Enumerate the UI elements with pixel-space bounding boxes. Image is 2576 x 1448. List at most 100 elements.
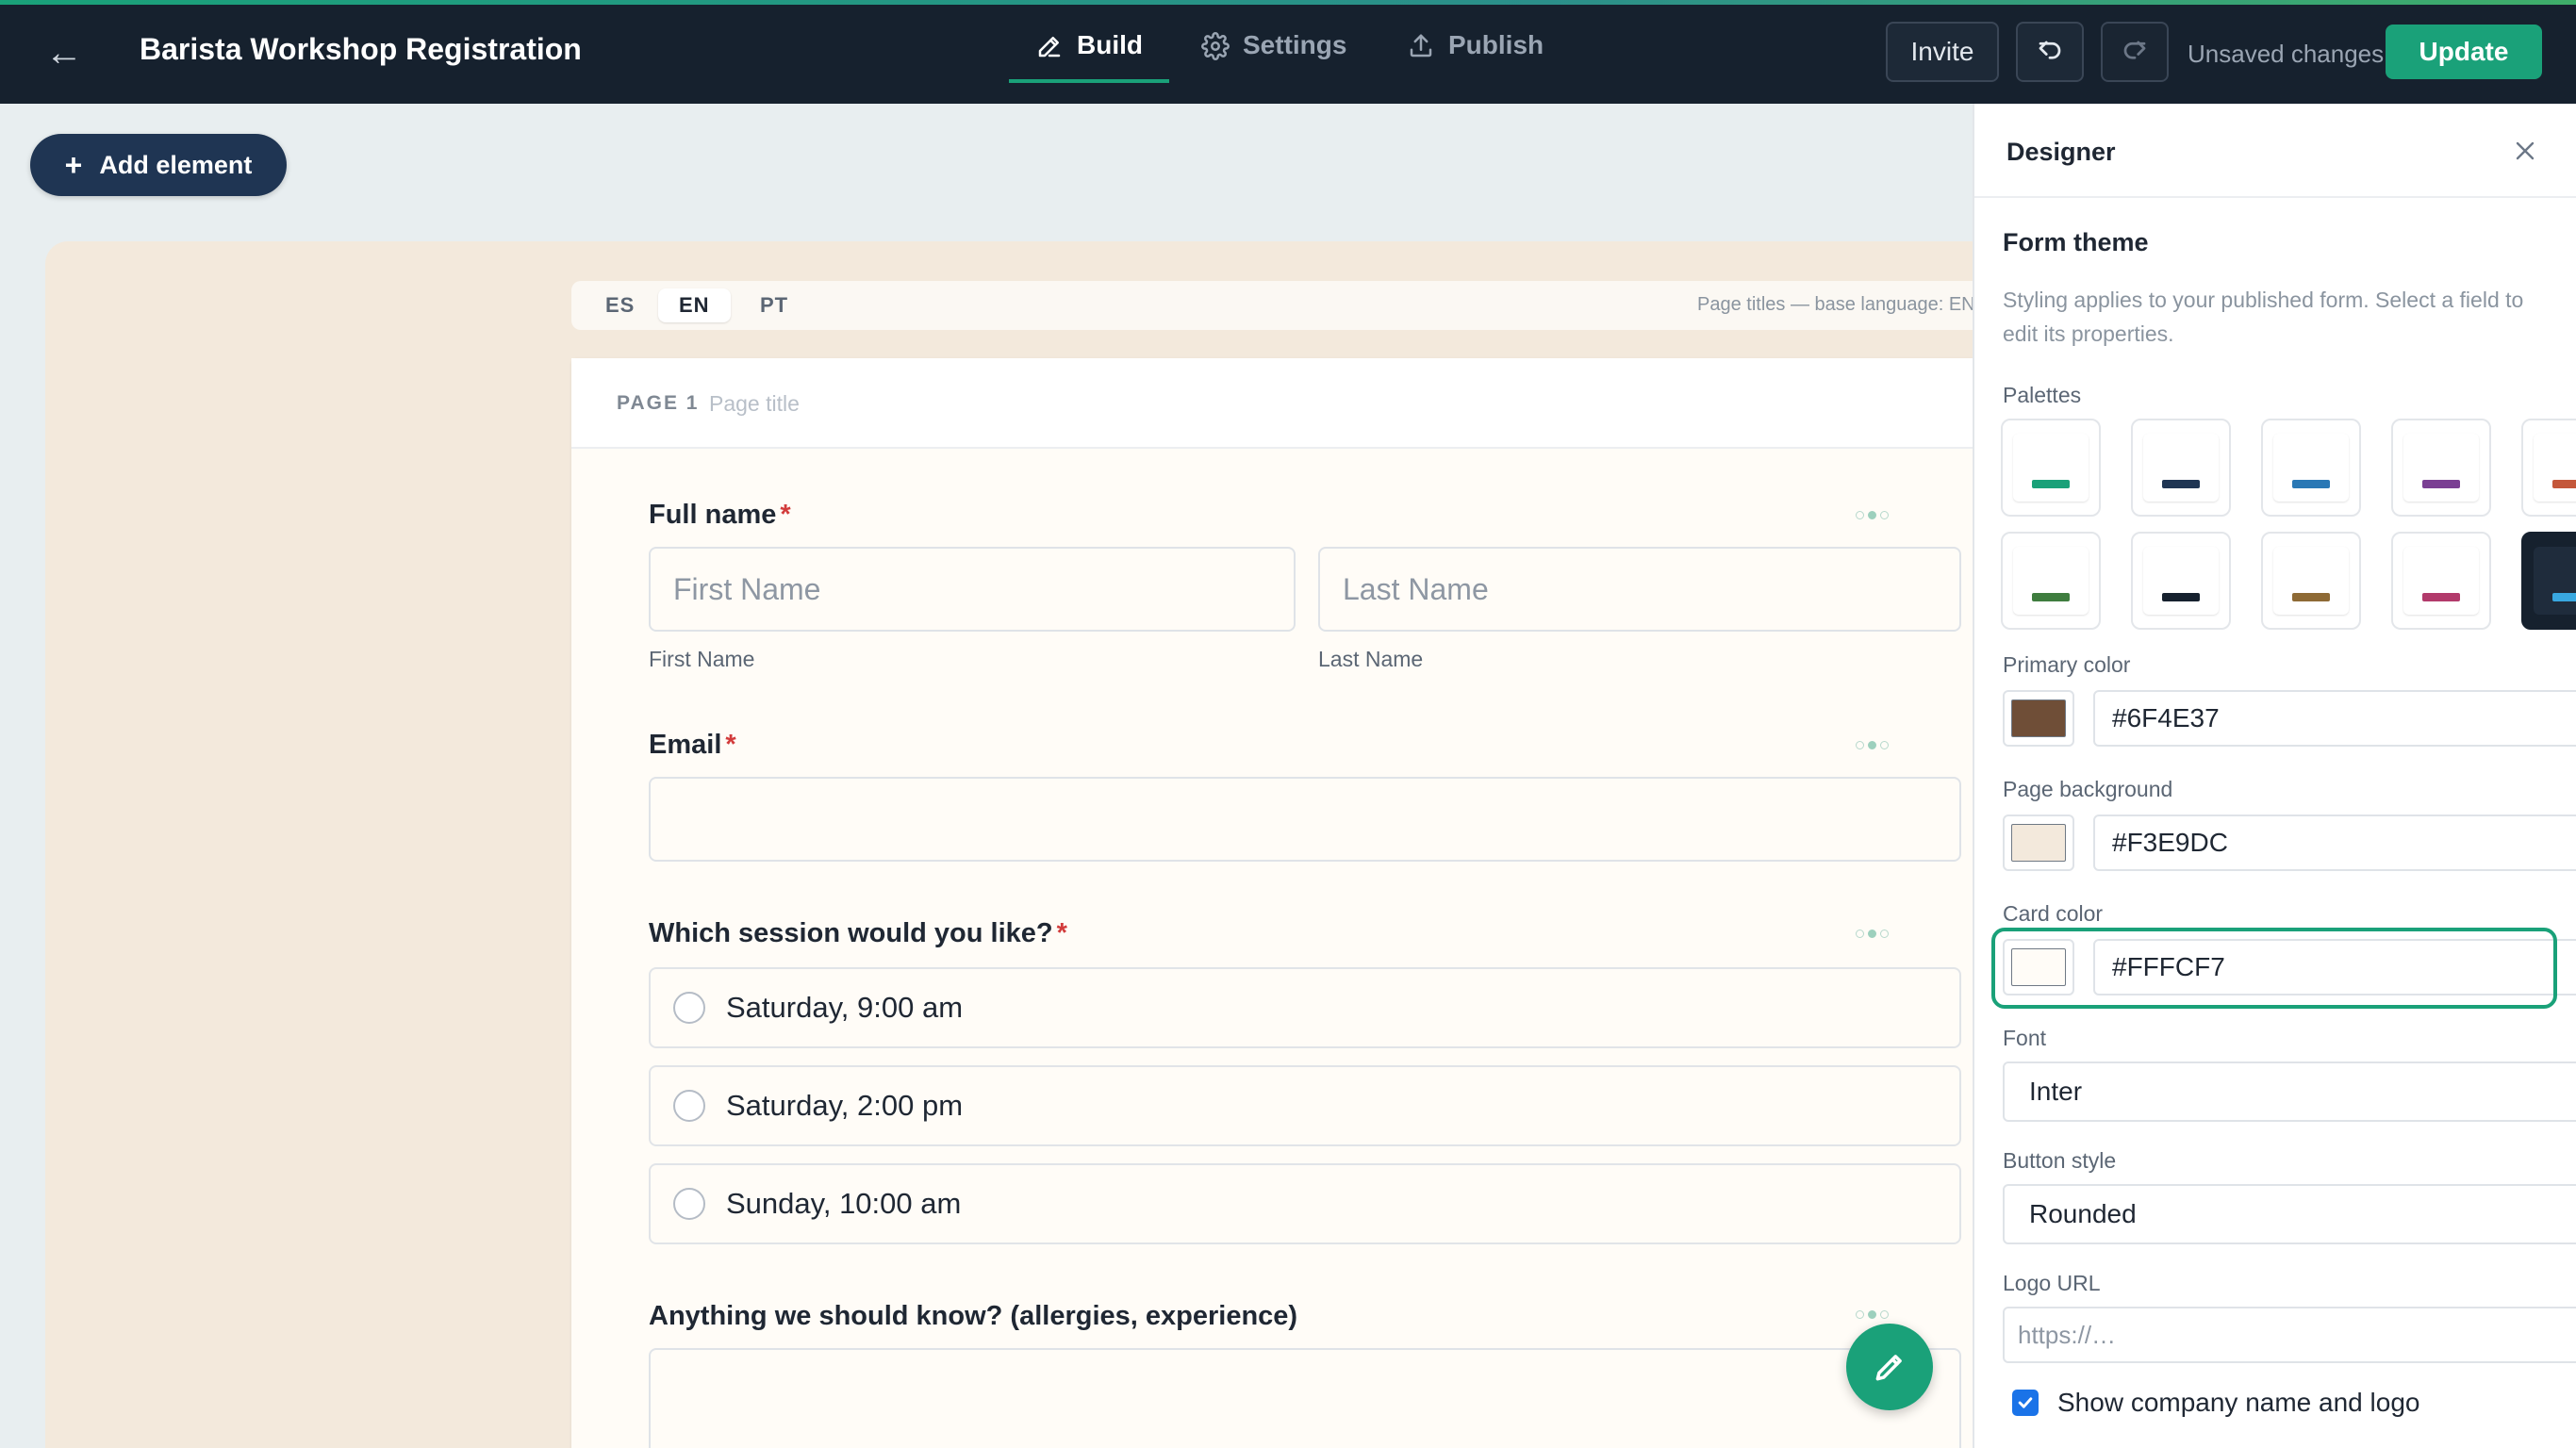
back-arrow-icon[interactable]: ← [45, 34, 83, 72]
palette-accent-bar [2162, 593, 2200, 601]
palette-swatch[interactable] [2261, 419, 2361, 517]
palette-swatch[interactable] [2001, 419, 2101, 517]
notes-textarea[interactable] [649, 1348, 1961, 1448]
invite-button[interactable]: Invite [1886, 22, 1999, 82]
palette-accent-bar [2552, 480, 2576, 488]
tab-build[interactable]: Build [1009, 30, 1169, 83]
palette-preview [2273, 547, 2349, 615]
session-option[interactable]: Saturday, 9:00 am [649, 967, 1961, 1048]
palette-swatch[interactable] [2521, 419, 2576, 517]
palettes-label: Palettes [2003, 383, 2082, 407]
tab-build-label: Build [1077, 30, 1143, 59]
palette-preview [2143, 547, 2219, 615]
palette-accent-bar [2292, 593, 2330, 601]
radio-button[interactable] [673, 1090, 705, 1122]
tab-settings[interactable]: Settings [1201, 30, 1346, 83]
radio-button[interactable] [673, 1188, 705, 1220]
tab-publish-label: Publish [1448, 30, 1544, 59]
card-color-focus-ring [1991, 928, 2557, 1009]
session-option[interactable]: Saturday, 2:00 pm [649, 1065, 1961, 1146]
palette-accent-bar [2292, 480, 2330, 488]
lang-tab-pt[interactable]: PT [739, 288, 809, 322]
designer-header: Designer [1974, 104, 2576, 198]
primary-color-fill [2011, 699, 2066, 737]
font-select[interactable]: Inter [2003, 1061, 2576, 1122]
font-label: Font [2003, 1026, 2047, 1050]
palette-preview [2013, 547, 2089, 615]
session-option-label: Saturday, 2:00 pm [726, 1089, 964, 1122]
palette-swatch[interactable] [2521, 532, 2576, 630]
logo-url-label: Logo URL [2003, 1271, 2101, 1295]
required-mark: * [725, 730, 736, 760]
email-input[interactable] [649, 777, 1961, 862]
lang-tab-es[interactable]: ES [585, 288, 655, 322]
upload-icon [1410, 34, 1432, 58]
palette-swatch[interactable] [2131, 419, 2231, 517]
primary-color-swatch[interactable] [2003, 690, 2074, 747]
drag-handle-icon[interactable] [1856, 739, 1897, 750]
tab-settings-label: Settings [1243, 30, 1347, 59]
button-style-select[interactable]: Rounded [2003, 1184, 2576, 1244]
required-mark: * [1056, 918, 1067, 948]
palette-swatch[interactable] [2391, 419, 2491, 517]
close-icon[interactable] [2510, 136, 2540, 166]
update-button[interactable]: Update [2386, 25, 2542, 79]
last-name-input[interactable] [1318, 547, 1961, 632]
palette-preview [2273, 434, 2349, 502]
show-company-checkbox-row[interactable]: Show company name and logo [2012, 1388, 2419, 1418]
page-background-swatch[interactable] [2003, 814, 2074, 871]
tab-publish[interactable]: Publish [1407, 30, 1544, 83]
add-element-button[interactable]: + Add element [30, 134, 287, 196]
palette-swatch[interactable] [2261, 532, 2361, 630]
palette-preview [2403, 434, 2479, 502]
palette-accent-bar [2032, 593, 2070, 601]
language-hint: Page titles — base language: EN [1697, 294, 1973, 315]
check-icon [2018, 1397, 2033, 1408]
edit-fab-button[interactable] [1846, 1324, 1933, 1410]
designer-title: Designer [2006, 138, 2116, 166]
palette-preview [2534, 547, 2576, 615]
email-label-text: Email [649, 730, 722, 760]
form-title: Barista Workshop Registration [140, 32, 582, 66]
session-option-label: Sunday, 10:00 am [726, 1187, 962, 1220]
pencil-icon [1875, 1355, 1902, 1381]
drag-handle-icon[interactable] [1856, 1308, 1897, 1320]
page-title-input[interactable] [709, 388, 1369, 419]
font-select-value: Inter [2029, 1077, 2083, 1106]
palette-preview [2403, 547, 2479, 615]
form-theme-title: Form theme [2003, 228, 2149, 256]
palette-swatch[interactable] [2001, 532, 2101, 630]
checkbox-checked[interactable] [2012, 1390, 2039, 1416]
palette-accent-bar [2032, 480, 2070, 488]
redo-icon [2123, 41, 2146, 59]
top-bar: ← Barista Workshop Registration Build Se… [0, 0, 2576, 104]
page-background-input[interactable] [2093, 814, 2576, 871]
drag-handle-icon[interactable] [1856, 509, 1897, 520]
session-option[interactable]: Sunday, 10:00 am [649, 1163, 1961, 1244]
radio-button[interactable] [673, 992, 705, 1024]
palette-swatch[interactable] [2391, 532, 2491, 630]
undo-icon [2039, 41, 2061, 59]
primary-color-input[interactable] [2093, 690, 2576, 747]
palette-swatch[interactable] [2131, 532, 2231, 630]
pencil-icon [1038, 37, 1061, 58]
form-card: PAGE 1 Full name* First Name Last Name E… [571, 358, 1973, 1448]
unsaved-status: Unsaved changes [2188, 40, 2385, 68]
button-style-select-value: Rounded [2029, 1199, 2137, 1228]
first-name-input[interactable] [649, 547, 1296, 632]
email-label: Email * [649, 730, 736, 761]
last-name-sublabel: Last Name [1318, 647, 1424, 671]
show-company-label: Show company name and logo [2057, 1388, 2420, 1417]
palette-accent-bar [2552, 593, 2576, 601]
logo-url-input[interactable] [2003, 1307, 2576, 1363]
full-name-label: Full name * [649, 500, 791, 531]
form-theme-description: Styling applies to your published form. … [2003, 288, 2524, 346]
drag-handle-icon[interactable] [1856, 928, 1897, 939]
lang-tab-en[interactable]: EN [658, 288, 731, 322]
page-number: PAGE 1 [617, 392, 700, 414]
palette-accent-bar [2422, 593, 2460, 601]
required-mark: * [780, 500, 791, 530]
palette-preview [2143, 434, 2219, 502]
redo-button[interactable] [2101, 22, 2169, 82]
undo-button[interactable] [2016, 22, 2084, 82]
